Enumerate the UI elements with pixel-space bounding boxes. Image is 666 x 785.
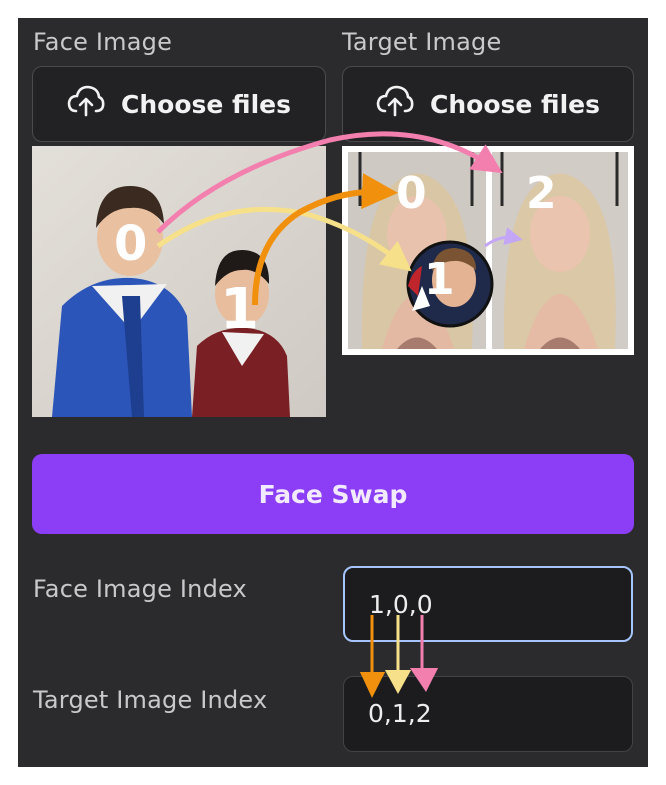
target-image-index-input[interactable]: 0,1,2 bbox=[343, 676, 633, 752]
target-digit-1: 1 bbox=[424, 254, 455, 305]
arrow-yellow bbox=[156, 206, 412, 272]
target-digit-0: 0 bbox=[396, 168, 427, 219]
target-image-index-label: Target Image Index bbox=[33, 686, 268, 714]
target-image-index-value: 0,1,2 bbox=[368, 699, 432, 728]
face-image-index-label: Face Image Index bbox=[33, 575, 247, 603]
face-image-index-input[interactable]: 1,0,0 bbox=[343, 566, 633, 642]
arrow-lavender bbox=[484, 227, 523, 248]
face-digit-1: 1 bbox=[220, 277, 259, 342]
mapping-annotations: 0 1 0 1 2 bbox=[114, 131, 557, 698]
target-digit-2: 2 bbox=[526, 168, 557, 219]
face-digit-0: 0 bbox=[114, 216, 147, 272]
face-swap-button[interactable]: Face Swap bbox=[32, 454, 634, 534]
